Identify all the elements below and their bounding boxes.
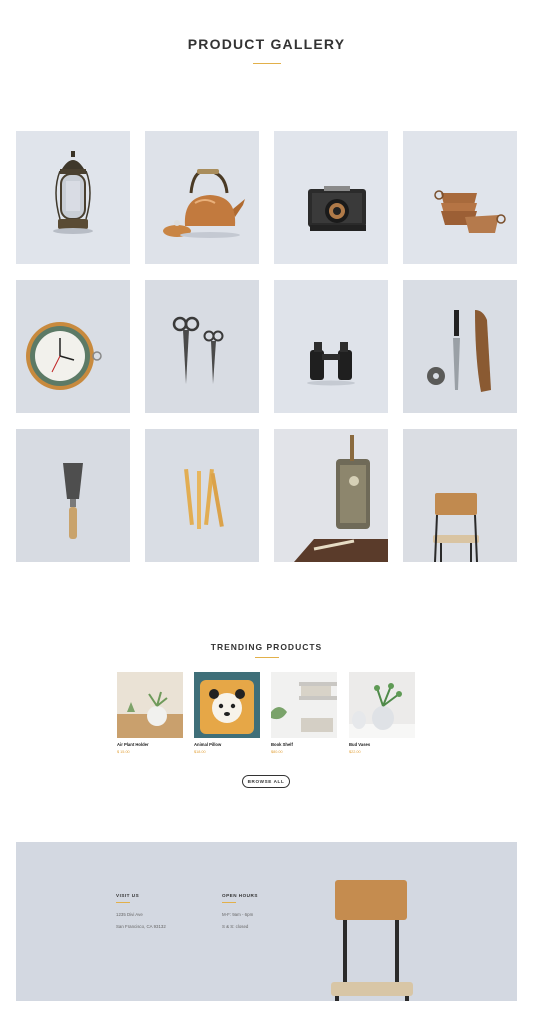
product-price: $80.00 [271,750,283,754]
gallery-item-putty-knife[interactable] [16,429,130,562]
binoculars-icon [274,280,388,413]
gallery-item-knife[interactable] [403,280,517,413]
gallery-item-cups[interactable] [403,131,517,264]
product-price: $ 15.00 [117,750,130,754]
knife-sheath-icon [403,280,517,413]
gallery-item-camera[interactable] [274,131,388,264]
product-card[interactable]: Air Plant Holder $ 15.00 [117,672,183,754]
trending-divider [255,657,279,658]
address-line-1: 1235 Divi Ave [116,912,143,917]
wall-clock-icon [16,280,130,413]
book-shelf-icon [271,672,337,738]
product-card[interactable]: Bud Vases $22.00 [349,672,415,754]
product-name[interactable]: Book Shelf [271,742,337,747]
air-plant-holder-icon [117,672,183,738]
lantern-icon [16,131,130,264]
gallery-item-sewing-machine[interactable] [274,429,388,562]
visit-us-heading: VISIT US [116,893,140,898]
page-title: PRODUCT GALLERY [187,36,346,52]
wooden-chair-icon [403,429,517,562]
product-card[interactable]: Book Shelf $80.00 [271,672,337,754]
product-name[interactable]: Bud Vases [349,742,415,747]
gallery-item-ruler[interactable] [145,429,259,562]
gallery-item-lantern[interactable] [16,131,130,264]
gallery-item-scissors[interactable] [145,280,259,413]
footer: VISIT US 1235 Divi Ave San Francisco, CA… [16,842,517,1001]
scissors-icon [145,280,259,413]
product-name[interactable]: Air Plant Holder [117,742,183,747]
browse-all-button[interactable]: BROWSE ALL [242,775,290,788]
open-hours-heading: OPEN HOURS [222,893,258,898]
gallery-item-chair[interactable] [403,429,517,562]
visit-us-divider [116,902,130,903]
chair-image-icon [331,880,413,1001]
copper-kettle-icon [145,131,259,264]
product-image[interactable] [117,672,183,738]
sewing-machine-icon [274,429,388,562]
product-name[interactable]: Animal Pillow [194,742,260,747]
hours-line-1: M-F: 9am - 6pm [222,912,254,917]
putty-knife-icon [16,429,130,562]
address-line-2: San Francisco, CA 93132 [116,924,166,929]
title-divider [253,63,281,64]
product-image[interactable] [271,672,337,738]
product-price: $22.00 [349,750,361,754]
trending-title: TRENDING PRODUCTS [210,642,323,652]
product-image[interactable] [349,672,415,738]
animal-pillow-icon [194,672,260,738]
folding-ruler-icon [145,429,259,562]
product-price: $18.00 [194,750,206,754]
gallery-item-binoculars[interactable] [274,280,388,413]
gallery-item-kettle[interactable] [145,131,259,264]
gallery-item-clock[interactable] [16,280,130,413]
product-gallery [16,131,517,562]
hours-line-2: S & S: closed [222,924,249,929]
product-image[interactable] [194,672,260,738]
copper-cups-icon [403,131,517,264]
page: PRODUCT GALLERY TRENDING PRODUCTS Air Pl… [0,0,533,1018]
bud-vases-icon [349,672,415,738]
open-hours-divider [222,902,236,903]
vintage-camera-icon [274,131,388,264]
product-card[interactable]: Animal Pillow $18.00 [194,672,260,754]
